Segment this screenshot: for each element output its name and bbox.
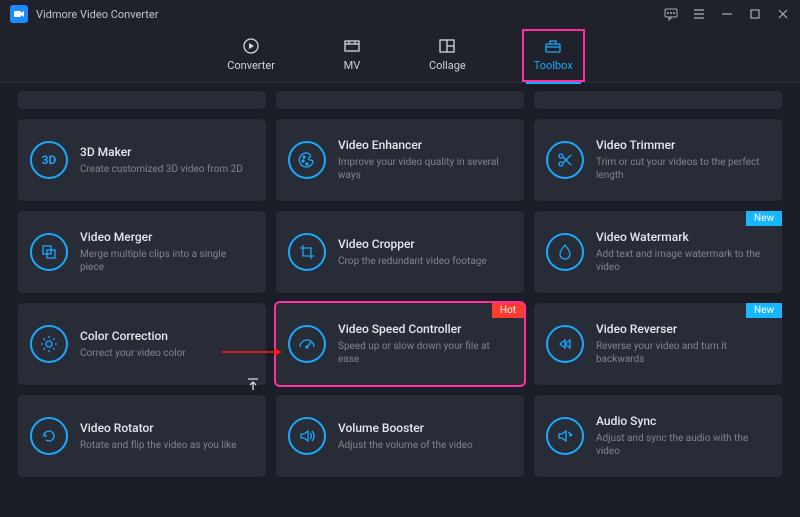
tool-title: Video Trimmer [596, 138, 768, 152]
new-badge: New [746, 211, 782, 226]
scissors-icon [546, 141, 584, 179]
toolbox-icon [544, 37, 562, 55]
palette-icon [288, 141, 326, 179]
maximize-button[interactable] [748, 7, 762, 21]
tool-title: Audio Sync [596, 414, 768, 428]
toolbox-content: 3D 3D Maker Create customized 3D video f… [0, 83, 800, 517]
tab-toolbox[interactable]: Toolbox [526, 33, 581, 78]
tool-desc: Merge multiple clips into a single piece [80, 248, 252, 274]
droplet-icon [546, 233, 584, 271]
tool-desc: Rotate and flip the video as you like [80, 439, 236, 452]
tool-title: Video Watermark [596, 230, 768, 244]
tool-video-enhancer[interactable]: Video Enhancer Improve your video qualit… [276, 119, 524, 201]
app-title: Vidmore Video Converter [36, 8, 158, 21]
tool-title: Video Merger [80, 230, 252, 244]
app-logo-icon [10, 5, 28, 23]
partial-card[interactable] [18, 91, 266, 109]
tool-video-merger[interactable]: Video Merger Merge multiple clips into a… [18, 211, 266, 293]
tool-title: Video Speed Controller [338, 322, 510, 336]
crop-icon [288, 233, 326, 271]
tool-title: Video Enhancer [338, 138, 510, 152]
tool-desc: Reverse your video and turn it backwards [596, 340, 768, 366]
tool-volume-booster[interactable]: Volume Booster Adjust the volume of the … [276, 395, 524, 477]
new-badge: New [746, 303, 782, 318]
tool-audio-sync[interactable]: Audio Sync Adjust and sync the audio wit… [534, 395, 782, 477]
volume-icon [288, 417, 326, 455]
tool-desc: Speed up or slow down your file at ease [338, 340, 510, 366]
tab-label: Converter [227, 59, 275, 72]
collage-icon [438, 37, 456, 55]
tab-mv[interactable]: MV [335, 33, 369, 78]
tool-video-trimmer[interactable]: Video Trimmer Trim or cut your videos to… [534, 119, 782, 201]
tool-color-correction[interactable]: Color Correction Correct your video colo… [18, 303, 266, 385]
converter-icon [242, 37, 260, 55]
tools-grid: 3D 3D Maker Create customized 3D video f… [18, 91, 782, 477]
tool-desc: Trim or cut your videos to the perfect l… [596, 156, 768, 182]
tool-video-reverser[interactable]: New Video Reverser Reverse your video an… [534, 303, 782, 385]
tool-video-rotator[interactable]: Video Rotator Rotate and flip the video … [18, 395, 266, 477]
tab-converter[interactable]: Converter [219, 33, 283, 78]
tab-collage[interactable]: Collage [421, 33, 474, 78]
hot-badge: Hot [492, 303, 524, 318]
tool-desc: Add text and image watermark to the vide… [596, 248, 768, 274]
tool-title: Volume Booster [338, 421, 473, 435]
sun-icon [30, 325, 68, 363]
mv-icon [343, 37, 361, 55]
tool-title: Color Correction [80, 329, 186, 343]
tab-label: MV [344, 59, 361, 72]
window-controls [664, 7, 790, 21]
tool-desc: Create customized 3D video from 2D [80, 163, 243, 176]
3d-icon: 3D [30, 141, 68, 179]
tool-video-watermark[interactable]: New Video Watermark Add text and image w… [534, 211, 782, 293]
partial-card[interactable] [276, 91, 524, 109]
partial-card[interactable] [534, 91, 782, 109]
titlebar: Vidmore Video Converter [0, 0, 800, 28]
sync-icon [546, 417, 584, 455]
tool-desc: Crop the redundant video footage [338, 255, 487, 268]
rewind-icon [546, 325, 584, 363]
gauge-icon [288, 325, 326, 363]
tool-title: 3D Maker [80, 145, 243, 159]
rotate-icon [30, 417, 68, 455]
feedback-icon[interactable] [664, 7, 678, 21]
tool-desc: Correct your video color [80, 347, 186, 360]
scroll-to-top-icon[interactable] [244, 375, 262, 393]
tool-desc: Improve your video quality in several wa… [338, 156, 510, 182]
hamburger-menu-icon[interactable] [692, 7, 706, 21]
tool-video-speed-controller[interactable]: Hot Video Speed Controller Speed up or s… [276, 303, 524, 385]
tab-label: Toolbox [534, 59, 573, 72]
tool-title: Video Cropper [338, 237, 487, 251]
tool-3d-maker[interactable]: 3D 3D Maker Create customized 3D video f… [18, 119, 266, 201]
close-button[interactable] [776, 7, 790, 21]
tool-video-cropper[interactable]: Video Cropper Crop the redundant video f… [276, 211, 524, 293]
minimize-button[interactable] [720, 7, 734, 21]
tool-title: Video Rotator [80, 421, 236, 435]
tool-title: Video Reverser [596, 322, 768, 336]
merge-icon [30, 233, 68, 271]
main-tabs: Converter MV Collage Toolbox [0, 28, 800, 83]
tool-desc: Adjust the volume of the video [338, 439, 473, 452]
tool-desc: Adjust and sync the audio with the video [596, 432, 768, 458]
tab-label: Collage [429, 59, 466, 72]
